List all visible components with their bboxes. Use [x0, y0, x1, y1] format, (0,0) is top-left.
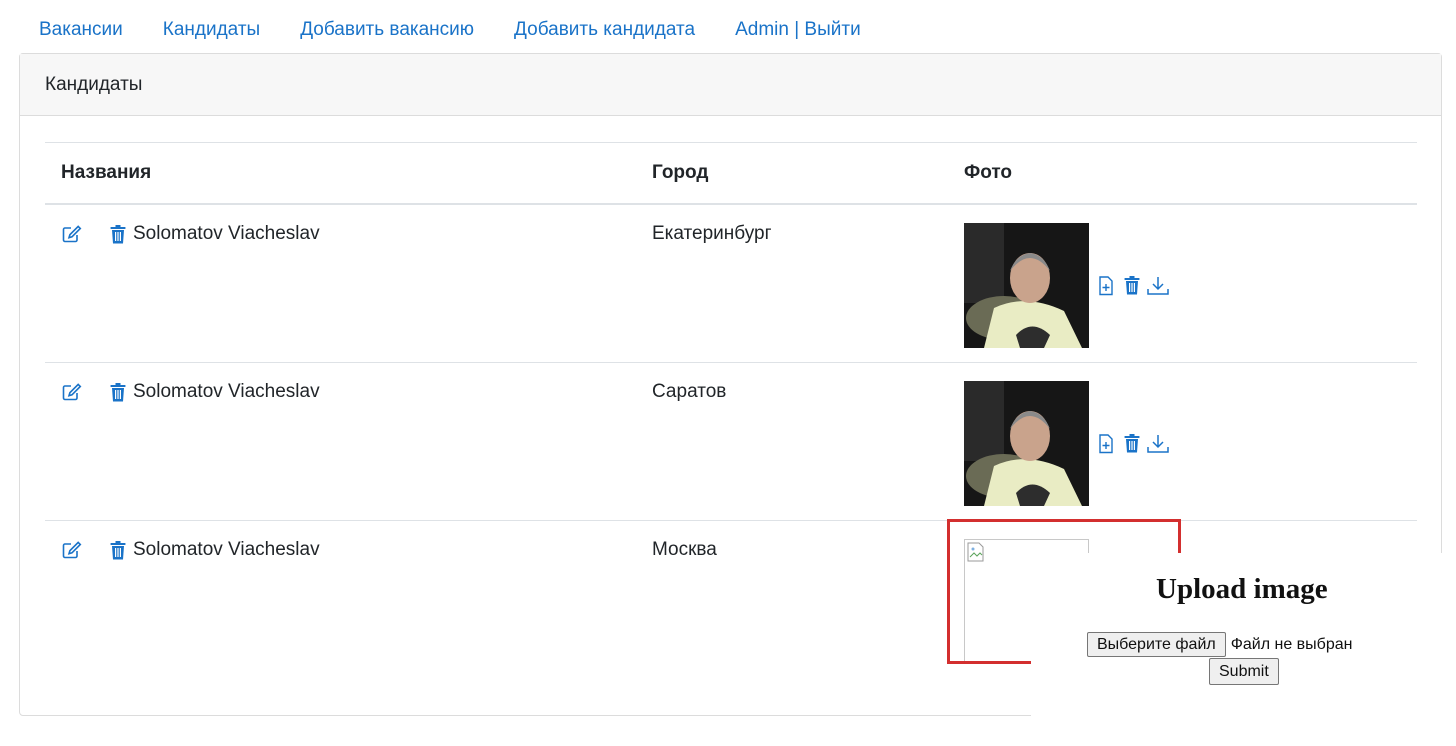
name-cell: Solomatov Viacheslav [45, 362, 636, 521]
choose-file-button[interactable]: Выберите файл [1087, 632, 1226, 657]
photo-cell [948, 203, 1417, 363]
upload-title: Upload image [1156, 573, 1328, 605]
table-row: Solomatov Viacheslav Саратов [45, 362, 1417, 521]
card-title: Кандидаты [20, 54, 1441, 116]
edit-icon[interactable] [61, 381, 83, 403]
trash-icon[interactable] [107, 381, 129, 403]
file-status-text: Файл не выбран [1230, 635, 1353, 653]
candidate-name: Solomatov Viacheslav [133, 223, 320, 244]
photo-cell [948, 362, 1417, 521]
table-row: Solomatov Viacheslav Екатеринбург [45, 203, 1417, 363]
nav-link-vacancies[interactable]: Вакансии [19, 14, 143, 46]
upload-panel: Upload image Выберите файл Файл не выбра… [1031, 553, 1456, 746]
download-icon[interactable] [1147, 433, 1169, 455]
candidate-photo [964, 381, 1089, 506]
nav-link-add-vacancy[interactable]: Добавить вакансию [280, 14, 494, 46]
trash-icon[interactable] [1121, 433, 1143, 455]
file-input-row: Выберите файл Файл не выбран [1087, 632, 1352, 657]
edit-icon[interactable] [61, 539, 83, 561]
file-plus-icon[interactable] [1095, 433, 1117, 455]
edit-icon[interactable] [61, 223, 83, 245]
file-plus-icon[interactable] [1095, 275, 1117, 297]
submit-button[interactable]: Submit [1209, 658, 1279, 685]
nav-link-candidates[interactable]: Кандидаты [143, 14, 280, 46]
top-nav: Вакансии Кандидаты Добавить вакансию Доб… [19, 14, 881, 46]
name-cell: Solomatov Viacheslav [45, 520, 636, 678]
table-header-row: Названия Город Фото [45, 142, 1417, 205]
candidate-photo [964, 223, 1089, 348]
trash-icon[interactable] [107, 539, 129, 561]
city-cell: Екатеринбург [636, 203, 948, 363]
name-cell: Solomatov Viacheslav [45, 203, 636, 363]
trash-icon[interactable] [1121, 275, 1143, 297]
trash-icon[interactable] [107, 223, 129, 245]
download-icon[interactable] [1147, 275, 1169, 297]
candidate-name: Solomatov Viacheslav [133, 539, 320, 560]
city-cell: Москва [636, 520, 948, 678]
column-header-name: Названия [45, 142, 636, 205]
column-header-photo: Фото [948, 142, 1417, 205]
city-cell: Саратов [636, 362, 948, 521]
nav-link-add-candidate[interactable]: Добавить кандидата [494, 14, 715, 46]
column-header-city: Город [636, 142, 948, 205]
candidate-name: Solomatov Viacheslav [133, 381, 320, 402]
nav-link-logout[interactable]: Admin | Выйти [715, 14, 881, 46]
